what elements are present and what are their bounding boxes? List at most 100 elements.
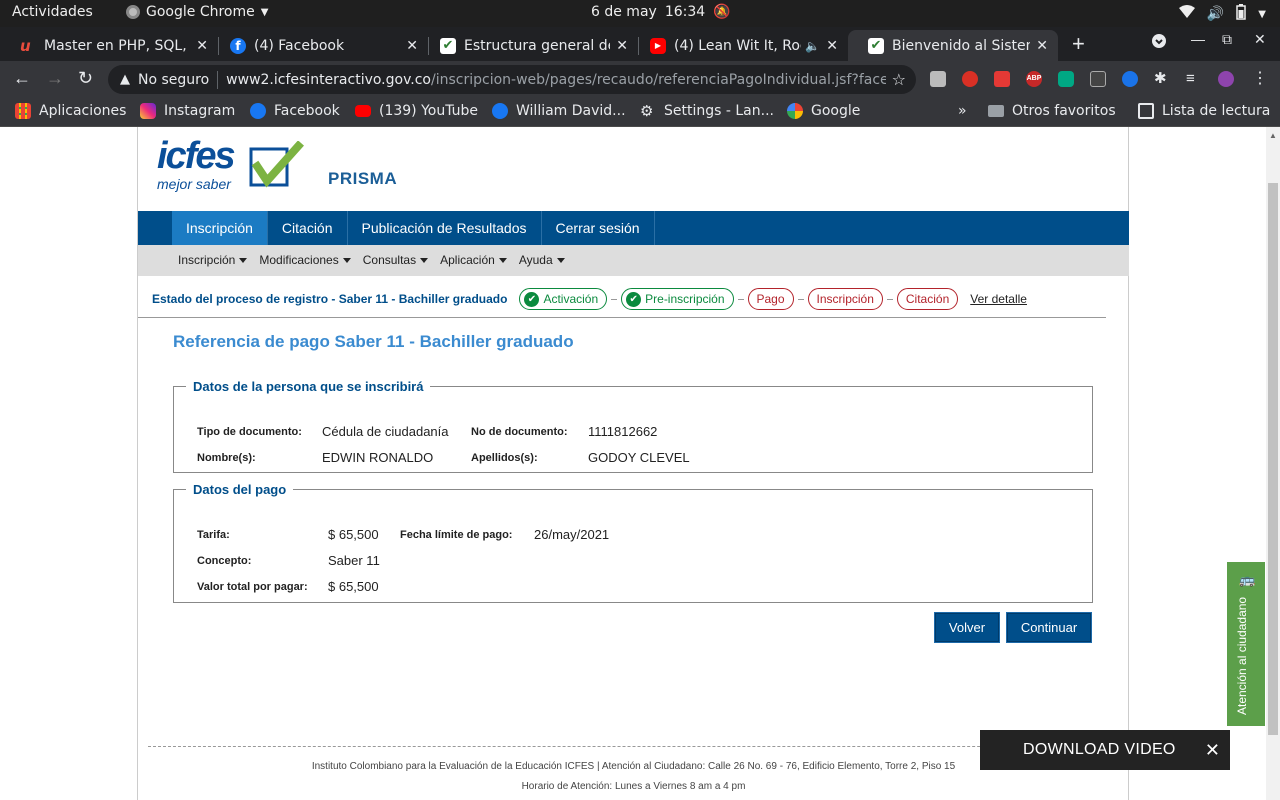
minimize-button[interactable]: —: [1191, 31, 1205, 47]
surnames-label: Apellidos(s):: [471, 452, 538, 464]
tab-title: (4) Lean Wit It, Roc: [674, 37, 802, 54]
close-icon[interactable]: ✕: [1036, 38, 1048, 54]
extension-pdf-icon[interactable]: [994, 71, 1010, 87]
subnav-consultas[interactable]: Consultas: [363, 245, 429, 276]
warning-icon[interactable]: ▲: [120, 72, 130, 87]
bookmark-william[interactable]: William David...: [492, 103, 626, 119]
nav-citacion[interactable]: Citación: [268, 211, 348, 245]
close-icon[interactable]: ✕: [826, 38, 838, 54]
bookmarks-bar: Aplicaciones Instagram Facebook (139) Yo…: [0, 97, 1280, 127]
audio-playing-icon[interactable]: 🔈: [805, 39, 820, 53]
address-bar[interactable]: ▲ No seguro www2.icfesinteractivo.gov.co…: [108, 65, 916, 94]
bookmark-instagram[interactable]: Instagram: [140, 103, 235, 119]
bookmark-label: Facebook: [274, 103, 340, 119]
doc-number-label: No de documento:: [471, 426, 568, 438]
divider: [138, 317, 1106, 318]
subnav-aplicacion[interactable]: Aplicación: [440, 245, 507, 276]
bookmark-label: Otros favoritos: [1012, 103, 1116, 119]
extension-cloud-icon[interactable]: [1122, 71, 1138, 87]
close-window-button[interactable]: ✕: [1254, 31, 1266, 48]
footer-hours: Horario de Atención: Lunes a Viernes 8 a…: [521, 781, 746, 792]
tab-1[interactable]: f (4) Facebook ✕: [210, 30, 428, 61]
nav-inscripcion[interactable]: Inscripción: [172, 211, 268, 245]
bookmark-label: William David...: [516, 103, 626, 119]
adblock-icon[interactable]: ABP: [1026, 71, 1042, 87]
subnav-inscripcion[interactable]: Inscripción: [178, 245, 248, 276]
menu-kebab-icon[interactable]: ⋮: [1252, 71, 1268, 87]
caret-down-icon: [239, 258, 248, 264]
deadline-value: 26/may/2021: [534, 527, 610, 542]
bookmark-youtube[interactable]: (139) YouTube: [355, 103, 478, 119]
subnav-ayuda[interactable]: Ayuda: [519, 245, 565, 276]
person-data-panel: Datos de la persona que se inscribirá Ti…: [173, 379, 1093, 473]
page-scrollbar[interactable]: ▲: [1266, 127, 1280, 800]
tarifa-value: $ 65,500: [328, 527, 379, 542]
system-tray[interactable]: 🔊 ▼: [1178, 4, 1266, 24]
scrollbar-thumb[interactable]: [1268, 183, 1278, 735]
bookmark-apps[interactable]: Aplicaciones: [15, 103, 126, 119]
extension-hand-icon[interactable]: [962, 71, 978, 87]
bookmark-facebook[interactable]: Facebook: [250, 103, 340, 119]
atencion-ciudadano-tab[interactable]: 🚌 Atención al ciudadano: [1227, 562, 1265, 726]
tab-0[interactable]: u Master en PHP, SQL, I ✕: [0, 30, 218, 61]
bookmark-label: Settings - Lan...: [664, 103, 774, 119]
reading-list-button[interactable]: Lista de lectura: [1138, 103, 1270, 119]
bookmark-settings[interactable]: ⚙ Settings - Lan...: [640, 103, 774, 119]
scroll-up-icon[interactable]: ▲: [1269, 131, 1277, 140]
tab-3[interactable]: ▶ (4) Lean Wit It, Roc 🔈 ✕: [630, 30, 848, 61]
activities-button[interactable]: Actividades: [12, 4, 93, 20]
extensions-puzzle-icon[interactable]: ✱: [1154, 71, 1170, 87]
total-value: $ 65,500: [328, 579, 379, 594]
app-menu[interactable]: Google Chrome ▼: [126, 4, 268, 20]
extension-shield-icon[interactable]: [1058, 71, 1074, 87]
new-tab-button[interactable]: +: [1072, 31, 1085, 57]
media-control-icon[interactable]: ≡: [1186, 71, 1202, 87]
close-icon[interactable]: ✕: [406, 38, 418, 54]
clock[interactable]: 6 de may 16:34 🔕: [591, 4, 731, 20]
maximize-button[interactable]: ⧉: [1222, 31, 1232, 48]
forward-button[interactable]: →: [46, 68, 64, 89]
continuar-button[interactable]: Continuar: [1006, 612, 1092, 643]
status-label: Estado del proceso de registro - Saber 1…: [152, 292, 508, 306]
tab-4-active[interactable]: ✔ Bienvenido al Sistema ✕: [848, 30, 1058, 61]
bookmark-google[interactable]: Google: [787, 103, 860, 119]
bookmark-label: (139) YouTube: [379, 103, 479, 119]
extension-box-icon[interactable]: [1090, 71, 1106, 87]
extension-cube-icon[interactable]: [930, 71, 946, 87]
download-video-bar[interactable]: DOWNLOAD VIDEO ✕: [980, 730, 1230, 770]
profile-avatar[interactable]: [1218, 71, 1234, 87]
nav-cerrar-sesion[interactable]: Cerrar sesión: [542, 211, 655, 245]
close-icon[interactable]: ✕: [1205, 740, 1220, 761]
tab-search-icon[interactable]: [1151, 33, 1167, 52]
doc-type-value: Cédula de ciudadanía: [322, 424, 449, 439]
back-button[interactable]: ←: [13, 68, 31, 89]
close-icon[interactable]: ✕: [196, 38, 208, 54]
close-icon[interactable]: ✕: [616, 38, 628, 54]
bookmark-star-icon[interactable]: ☆: [892, 70, 906, 89]
sub-navigation: Inscripción Modificaciones Consultas Apl…: [138, 245, 1129, 276]
tab-2[interactable]: ✔ Estructura general de ✕: [420, 30, 638, 61]
clock-date: 6 de may: [591, 4, 657, 20]
payment-panel-legend: Datos del pago: [193, 482, 287, 497]
tarifa-label: Tarifa:: [197, 529, 230, 541]
volver-button[interactable]: Volver: [934, 612, 1000, 643]
bookmarks-overflow-button[interactable]: »: [958, 103, 967, 119]
names-value: EDWIN RONALDO: [322, 450, 434, 465]
subnav-modificaciones[interactable]: Modificaciones: [259, 245, 351, 276]
ver-detalle-link[interactable]: Ver detalle: [970, 292, 1027, 306]
security-status[interactable]: No seguro: [138, 72, 209, 88]
check-circle-icon: ✔: [626, 291, 642, 307]
icfes-logo[interactable]: icfes mejor saber: [157, 135, 307, 195]
surnames-value: GODOY CLEVEL: [588, 450, 690, 465]
concept-value: Saber 11: [328, 553, 380, 568]
page-title: Referencia de pago Saber 11 - Bachiller …: [173, 332, 574, 351]
chrome-icon: [126, 5, 140, 19]
download-video-label[interactable]: DOWNLOAD VIDEO: [1023, 741, 1176, 759]
reload-button[interactable]: ↻: [78, 68, 93, 89]
concept-label: Concepto:: [197, 555, 252, 567]
browser-toolbar: ← → ↻ ▲ No seguro www2.icfesinteractivo.…: [0, 61, 1280, 97]
facebook-icon: f: [230, 37, 246, 54]
other-bookmarks-folder[interactable]: Otros favoritos: [988, 103, 1116, 119]
step-citacion: Citación: [896, 288, 959, 310]
nav-publicacion-resultados[interactable]: Publicación de Resultados: [348, 211, 542, 245]
